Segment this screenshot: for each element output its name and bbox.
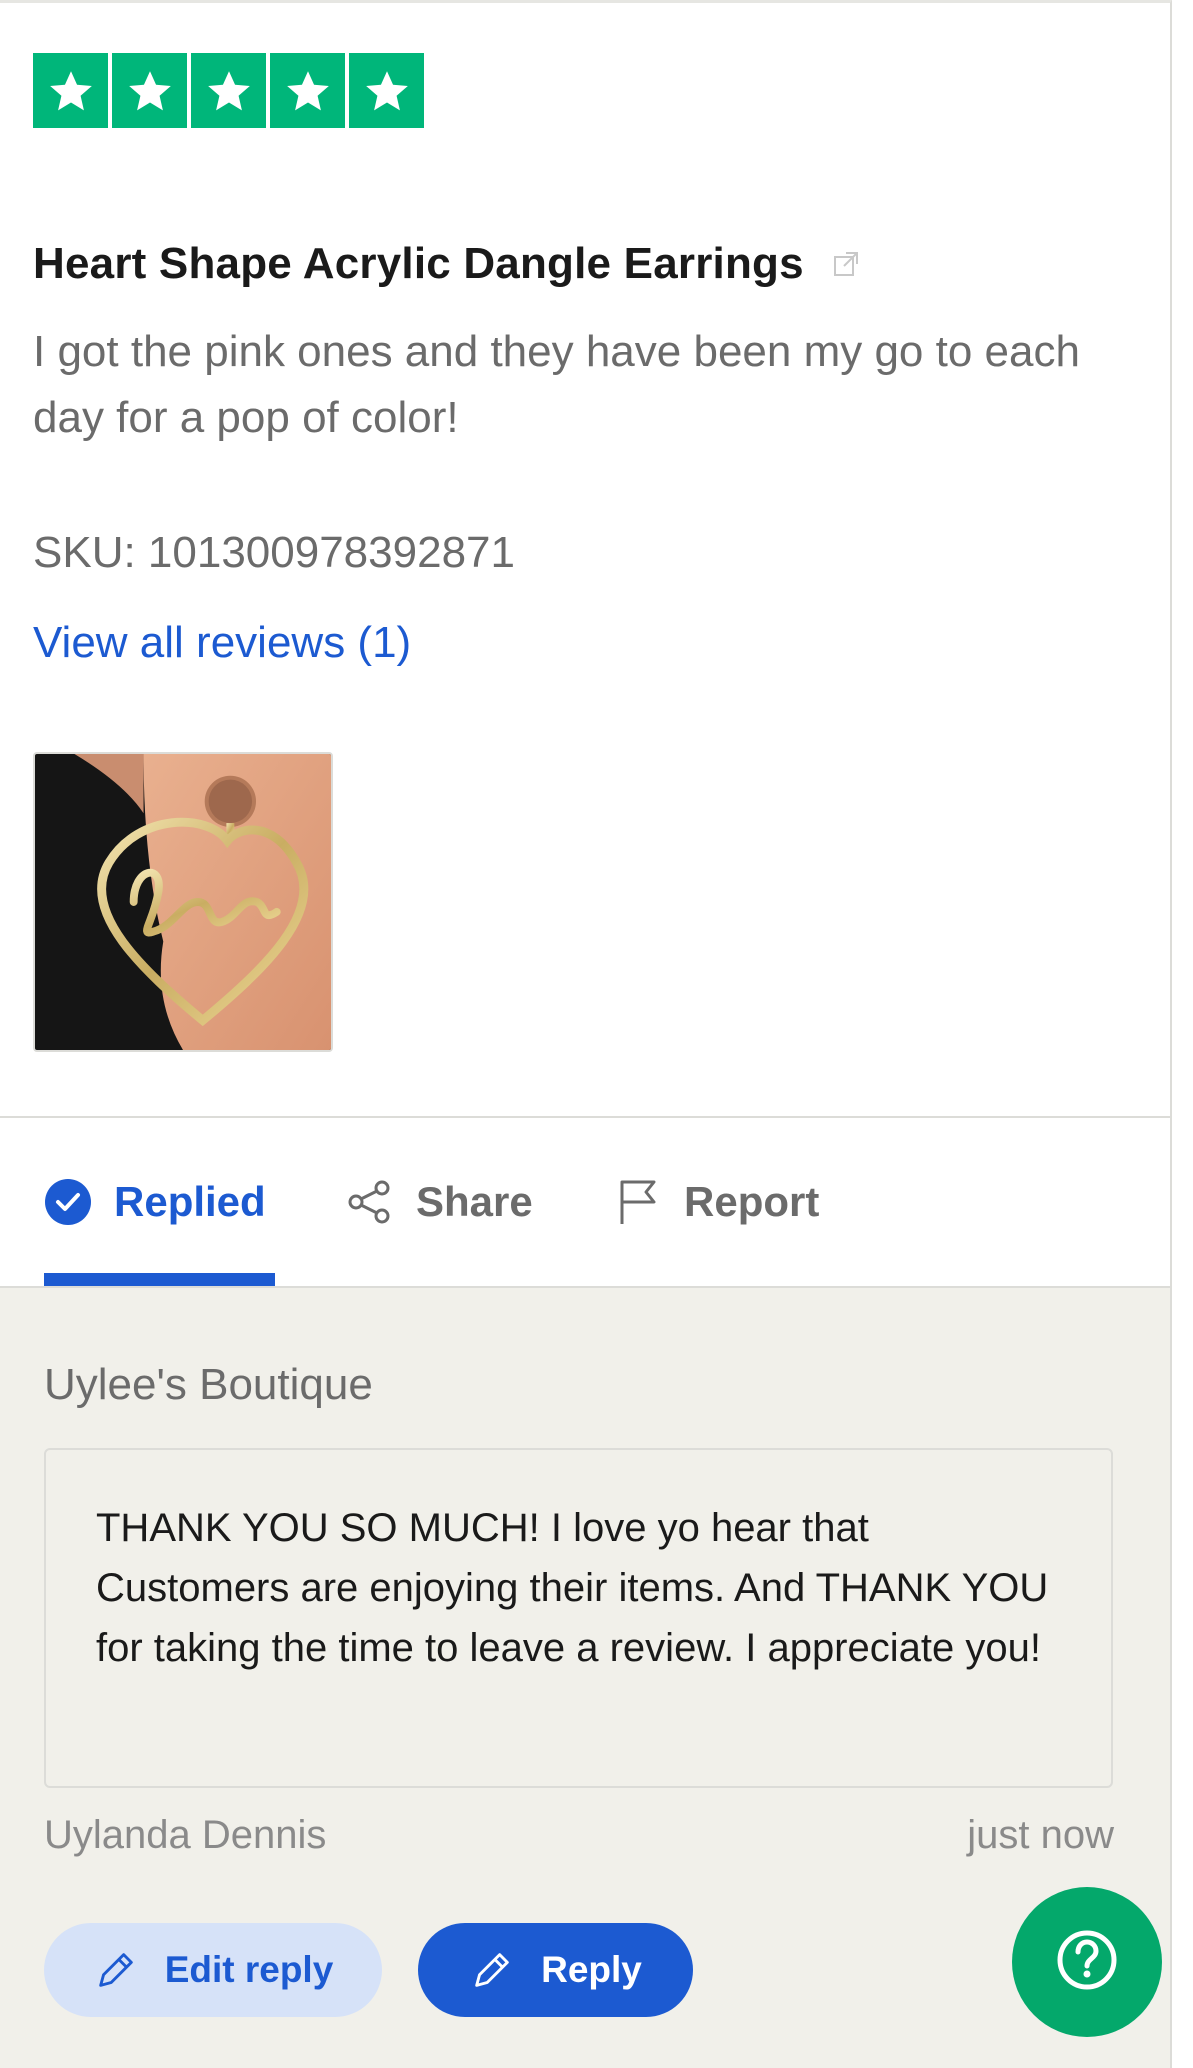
star-icon xyxy=(112,53,187,128)
reply-timestamp: just now xyxy=(967,1813,1114,1857)
star-icon xyxy=(33,53,108,128)
replied-label: Replied xyxy=(114,1178,266,1225)
review-title-row[interactable]: Heart Shape Acrylic Dangle Earrings xyxy=(33,239,860,289)
flag-icon xyxy=(614,1178,662,1226)
edit-reply-button[interactable]: Edit reply xyxy=(44,1923,382,2017)
external-link-icon[interactable] xyxy=(832,250,860,278)
reply-label: Reply xyxy=(541,1949,642,1990)
star-icon xyxy=(270,53,345,128)
reply-text: THANK YOU SO MUCH! I love yo hear that C… xyxy=(96,1506,1049,1670)
view-all-reviews-link[interactable]: View all reviews (1) xyxy=(33,618,411,668)
edit-reply-label: Edit reply xyxy=(164,1949,334,1990)
review-body: I got the pink ones and they have been m… xyxy=(33,327,1080,442)
help-button[interactable] xyxy=(1012,1887,1162,2037)
active-tab-indicator xyxy=(44,1273,275,1286)
owner-reply-section: Uylee's Boutique THANK YOU SO MUCH! I lo… xyxy=(0,1286,1170,2068)
check-circle-icon xyxy=(44,1178,92,1226)
review-page: Heart Shape Acrylic Dangle Earrings I go… xyxy=(0,0,1193,2068)
report-label: Report xyxy=(684,1178,820,1225)
share-label: Share xyxy=(416,1178,533,1225)
star-rating xyxy=(33,53,424,128)
reply-box: THANK YOU SO MUCH! I love yo hear that C… xyxy=(44,1448,1113,1788)
share-button[interactable]: Share xyxy=(346,1118,533,1286)
review-card: Heart Shape Acrylic Dangle Earrings I go… xyxy=(0,0,1172,2068)
review-title[interactable]: Heart Shape Acrylic Dangle Earrings xyxy=(33,239,804,289)
replied-tab[interactable]: Replied xyxy=(44,1118,266,1286)
review-photo[interactable] xyxy=(33,752,333,1052)
sku-label: SKU: 101300978392871 xyxy=(33,528,515,577)
review-actions-bar: Replied Share Report xyxy=(0,1118,1170,1286)
reply-author: Uylanda Dennis xyxy=(44,1813,327,1857)
pencil-icon xyxy=(93,1947,139,1993)
share-icon xyxy=(346,1178,394,1226)
report-button[interactable]: Report xyxy=(614,1118,819,1286)
star-icon xyxy=(349,53,424,128)
pencil-icon xyxy=(469,1947,515,1993)
question-circle-icon xyxy=(1055,1928,1119,1997)
shop-name: Uylee's Boutique xyxy=(44,1360,373,1409)
reply-button[interactable]: Reply xyxy=(418,1923,693,2017)
star-icon xyxy=(191,53,266,128)
